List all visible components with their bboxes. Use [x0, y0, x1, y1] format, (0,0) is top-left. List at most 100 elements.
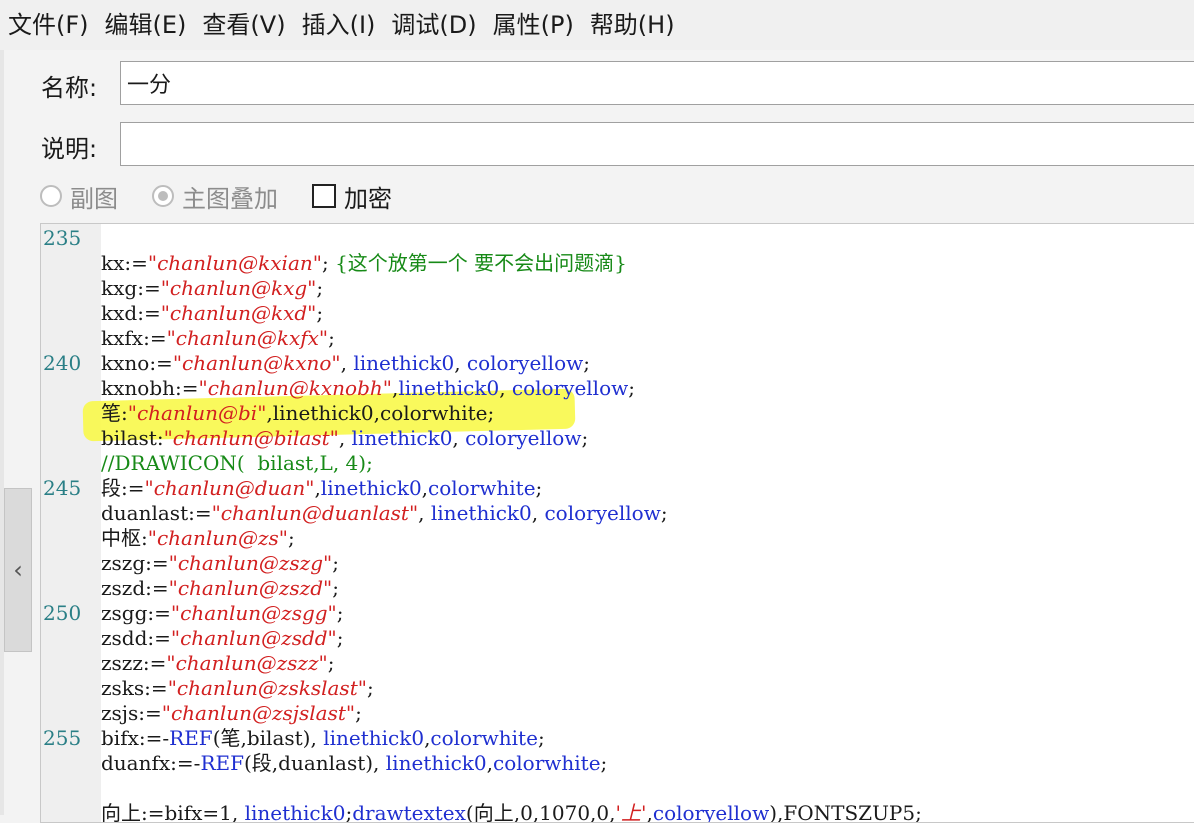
- line-number: 240: [43, 351, 82, 375]
- code-token: zszd:=: [101, 576, 169, 600]
- code-token: ;: [581, 426, 589, 450]
- code-token: "chanlun@kxfx": [166, 326, 329, 350]
- code-line: 235: [41, 226, 1194, 251]
- code-token: ;: [355, 701, 362, 725]
- code-token: linethick0: [351, 426, 453, 450]
- menu-file[interactable]: 文件(F): [0, 0, 97, 50]
- code-token: ;: [288, 526, 295, 550]
- code-line: bilast:"chanlun@bilast", linethick0, col…: [41, 426, 1194, 451]
- main-overlay-option[interactable]: 主图叠加: [152, 179, 278, 214]
- code-line: 笔:"chanlun@bi",linethick0,colorwhite;: [41, 401, 1194, 426]
- code-token: coloryellow: [511, 376, 629, 400]
- code-text: bifx:=-REF(笔,bilast), linethick0,colorwh…: [101, 726, 545, 751]
- code-token: ;: [332, 551, 339, 575]
- code-token: linethick0: [323, 726, 425, 750]
- code-token: linethick0: [244, 801, 346, 823]
- code-token: 笔:: [101, 401, 128, 425]
- code-token: kx:=: [101, 251, 148, 275]
- code-token: REF: [200, 751, 244, 775]
- code-token: ;: [336, 626, 344, 650]
- code-token: "chanlun@zsgg": [170, 601, 337, 625]
- sub-chart-option[interactable]: 副图: [40, 179, 118, 214]
- code-line: kxnobh:="chanlun@kxnobh",linethick0, col…: [41, 376, 1194, 401]
- code-token: linethick0: [353, 351, 455, 375]
- code-token: colorwhite: [380, 401, 488, 425]
- code-token: "chanlun@bilast": [163, 426, 339, 450]
- side-panel-toggle[interactable]: ‹: [4, 488, 32, 652]
- code-token: duanlast:=: [101, 501, 212, 525]
- main-overlay-radio[interactable]: [152, 185, 174, 207]
- code-token: ,: [454, 351, 467, 375]
- code-token: ;: [316, 301, 324, 325]
- menu-edit[interactable]: 编辑(E): [97, 0, 195, 50]
- name-input[interactable]: [120, 61, 1194, 105]
- code-line: zszg:="chanlun@zszg";: [41, 551, 1194, 576]
- code-line: zszz:="chanlun@zszz";: [41, 651, 1194, 676]
- chevron-left-icon: ‹: [13, 556, 23, 584]
- code-editor[interactable]: 235 kx:="chanlun@kxian"; {这个放第一个 要不会出问题滴}…: [40, 223, 1194, 823]
- code-text: kx:="chanlun@kxian"; {这个放第一个 要不会出问题滴}: [101, 251, 627, 276]
- code-token: ;: [321, 251, 336, 275]
- menu-insert[interactable]: 插入(I): [294, 0, 384, 50]
- code-line: duanlast:="chanlun@duanlast", linethick0…: [41, 501, 1194, 526]
- code-token: "chanlun@bi": [127, 401, 267, 425]
- code-line: kx:="chanlun@kxian"; {这个放第一个 要不会出问题滴}: [41, 251, 1194, 276]
- code-text: zszg:="chanlun@zszg";: [101, 551, 339, 576]
- code-text: kxnobh:="chanlun@kxnobh",linethick0, col…: [101, 376, 635, 401]
- code-line: duanfx:=-REF(段,duanlast), linethick0,col…: [41, 751, 1194, 776]
- code-token: coloryellow: [652, 801, 770, 823]
- encrypt-option[interactable]: 加密: [312, 179, 392, 214]
- name-label: 名称:: [41, 74, 98, 102]
- code-token: bifx:=-: [101, 726, 170, 750]
- code-token: zsks:=: [101, 676, 168, 700]
- code-text: zsks:="chanlun@zskslast";: [101, 676, 374, 701]
- code-token: coloryellow: [465, 426, 582, 450]
- code-token: (段,duanlast),: [243, 751, 386, 775]
- code-token: ;: [332, 576, 339, 600]
- code-line: kxg:="chanlun@kxg";: [41, 276, 1194, 301]
- code-text: zsjs:="chanlun@zsjslast";: [101, 701, 362, 726]
- code-token: colorwhite: [430, 726, 538, 750]
- code-token: zsjs:=: [101, 701, 162, 725]
- main-overlay-label: 主图叠加: [182, 184, 278, 213]
- code-line: 中枢:"chanlun@zs";: [41, 526, 1194, 551]
- menu-debug[interactable]: 调试(D): [383, 0, 484, 50]
- code-text: zsdd:="chanlun@zsdd";: [101, 626, 344, 651]
- code-token: "chanlun@kxian": [147, 251, 322, 275]
- menu-bar: 文件(F) 编辑(E) 查看(V) 插入(I) 调试(D) 属性(P) 帮助(H…: [0, 0, 1194, 50]
- code-token: ;: [327, 651, 335, 675]
- code-line: 向上:=bifx=1, linethick0;drawtextex(向上,0,1…: [41, 801, 1194, 823]
- encrypt-checkbox[interactable]: [312, 184, 336, 208]
- code-text: duanlast:="chanlun@duanlast", linethick0…: [101, 501, 668, 526]
- code-token: kxg:=: [101, 276, 161, 300]
- code-token: ;: [316, 276, 324, 300]
- code-token: kxfx:=: [101, 326, 167, 350]
- code-token: //DRAWICON( bilast,L, 4);: [101, 451, 373, 475]
- code-token: "chanlun@kxnobh": [198, 376, 392, 400]
- code-token: 向上:=bifx=1,: [101, 801, 245, 823]
- code-line: zsks:="chanlun@zskslast";: [41, 676, 1194, 701]
- code-token: 中枢:: [101, 526, 148, 550]
- code-text: kxno:="chanlun@kxno", linethick0, colory…: [101, 351, 590, 376]
- code-line: 250 zsgg:="chanlun@zsgg";: [41, 601, 1194, 626]
- line-number: 245: [43, 476, 82, 500]
- description-input[interactable]: [120, 122, 1194, 166]
- code-line: kxfx:="chanlun@kxfx";: [41, 326, 1194, 351]
- code-text: kxd:="chanlun@kxd";: [101, 301, 323, 326]
- code-token: ,: [340, 351, 354, 375]
- encrypt-label: 加密: [344, 184, 392, 213]
- sub-chart-radio[interactable]: [40, 185, 62, 207]
- code-token: "chanlun@zszz": [166, 651, 328, 675]
- code-lines: 235 kx:="chanlun@kxian"; {这个放第一个 要不会出问题滴}…: [41, 226, 1194, 823]
- menu-properties[interactable]: 属性(P): [485, 0, 582, 50]
- code-token: kxno:=: [101, 351, 173, 375]
- code-token: zszz:=: [101, 651, 167, 675]
- code-token: "chanlun@zs": [147, 526, 288, 550]
- code-token: '上': [615, 801, 647, 823]
- menu-view[interactable]: 查看(V): [194, 0, 293, 50]
- code-token: ;: [660, 501, 668, 525]
- menu-help[interactable]: 帮助(H): [582, 0, 683, 50]
- code-token: (笔,bilast),: [212, 726, 324, 750]
- code-text: zszd:="chanlun@zszd";: [101, 576, 339, 601]
